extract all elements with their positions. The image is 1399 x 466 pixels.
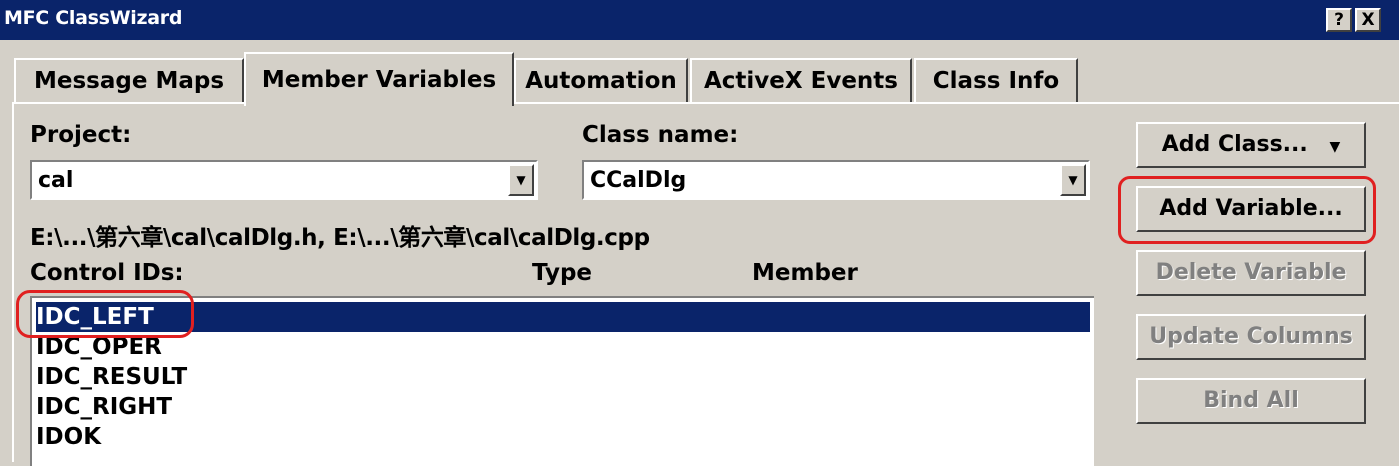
class-name-label: Class name: — [582, 122, 739, 148]
red-annotation-idc-left — [16, 290, 194, 338]
add-class-label: Add Class... — [1161, 132, 1308, 157]
list-item[interactable]: IDC_RESULT — [36, 362, 187, 392]
tab-message-maps[interactable]: Message Maps — [14, 58, 244, 102]
list-item[interactable]: IDOK — [36, 422, 101, 452]
project-label: Project: — [30, 122, 132, 148]
close-button[interactable]: X — [1355, 8, 1381, 32]
project-value: cal — [38, 168, 74, 193]
tab-member-variables[interactable]: Member Variables — [244, 52, 514, 106]
update-columns-button[interactable]: Update Columns — [1136, 314, 1366, 360]
add-class-button[interactable]: Add Class... ▼ — [1136, 122, 1366, 168]
red-annotation-add-variable — [1118, 176, 1376, 244]
delete-variable-button[interactable]: Delete Variable — [1136, 250, 1366, 296]
tab-class-info[interactable]: Class Info — [914, 58, 1078, 102]
classwizard-dialog: MFC ClassWizard ? X Message Maps Member … — [0, 0, 1399, 466]
title-bar: MFC ClassWizard ? X — [0, 0, 1399, 40]
column-header-type[interactable]: Type — [532, 260, 592, 286]
chevron-down-icon[interactable]: ▼ — [1060, 164, 1086, 196]
tab-activex-events[interactable]: ActiveX Events — [690, 58, 912, 102]
bind-all-button[interactable]: Bind All — [1136, 378, 1366, 424]
window-title: MFC ClassWizard — [4, 7, 183, 29]
dropdown-arrow-icon: ▼ — [1329, 139, 1341, 155]
help-button[interactable]: ? — [1326, 8, 1352, 32]
file-path-text: E:\...\第六章\cal\calDlg.h, E:\...\第六章\cal\… — [30, 225, 650, 251]
column-header-member[interactable]: Member — [752, 260, 858, 286]
chevron-down-icon[interactable]: ▼ — [508, 164, 534, 196]
class-name-value: CCalDlg — [590, 168, 687, 193]
list-item[interactable]: IDC_RIGHT — [36, 392, 172, 422]
column-header-control-ids[interactable]: Control IDs: — [30, 260, 184, 286]
tab-automation[interactable]: Automation — [514, 58, 688, 102]
class-name-combo[interactable]: CCalDlg ▼ — [582, 160, 1090, 200]
project-combo[interactable]: cal ▼ — [30, 160, 538, 200]
list-item-selected[interactable]: IDC_LEFT — [36, 302, 1090, 332]
